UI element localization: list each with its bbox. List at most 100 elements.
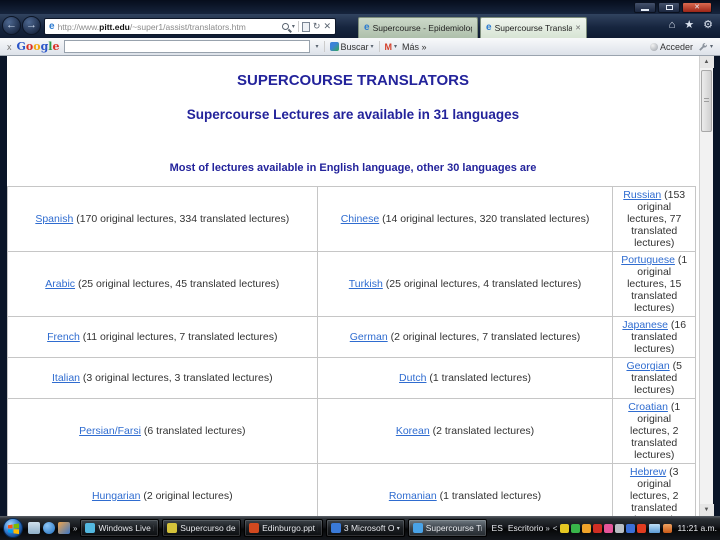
- language-cell: Dutch (1 translated lectures): [317, 358, 613, 399]
- quick-launch-media-icon[interactable]: [58, 522, 70, 534]
- tab-label: Supercourse Translators: [495, 23, 573, 33]
- home-icon[interactable]: ⌂: [669, 20, 676, 31]
- taskbar-button-label: 3 Microsoft Offi...: [344, 523, 394, 533]
- quick-launch-mail-icon[interactable]: [28, 522, 40, 534]
- restore-button[interactable]: [658, 2, 680, 13]
- taskbar-button[interactable]: Edinburgo.ppt [...: [244, 519, 323, 537]
- language-link[interactable]: Croatian: [628, 401, 668, 413]
- toolbar-search-input[interactable]: [64, 40, 310, 53]
- tray-icon-7[interactable]: [626, 524, 635, 533]
- windows-flag-icon: [8, 523, 19, 534]
- tray-icon-5[interactable]: [604, 524, 613, 533]
- google-logo-letter: e: [52, 40, 59, 53]
- language-link[interactable]: German: [350, 331, 388, 343]
- taskbar-clock[interactable]: 11:21 a.m.: [677, 523, 717, 533]
- language-link[interactable]: Japanese: [622, 319, 668, 331]
- minimize-icon: [641, 9, 649, 11]
- tab-favicon-icon: e: [486, 23, 492, 33]
- desktop-toolbar[interactable]: Escritorio »: [508, 523, 550, 533]
- language-link[interactable]: Portuguese: [621, 254, 675, 266]
- vertical-scrollbar[interactable]: ▲ ▼: [699, 56, 713, 516]
- mas-link[interactable]: Más »: [402, 42, 427, 52]
- taskbar-button[interactable]: Supercourse Tran...: [408, 519, 487, 537]
- network-icon[interactable]: [649, 524, 660, 533]
- minimize-button[interactable]: [634, 2, 656, 13]
- volume-icon[interactable]: [663, 524, 672, 533]
- table-row: Italian (3 original lectures, 3 translat…: [8, 358, 696, 399]
- tab-close-icon[interactable]: ✕: [575, 24, 581, 32]
- browser-viewport: SUPERCOURSE TRANSLATORS Supercourse Lect…: [0, 56, 720, 516]
- tray-icon-1[interactable]: [560, 524, 569, 533]
- taskbar-button-icon: [331, 523, 341, 533]
- language-link[interactable]: Romanian: [389, 490, 437, 502]
- window-titlebar: ✕: [0, 0, 720, 14]
- table-row: French (11 original lectures, 7 translat…: [8, 317, 696, 358]
- tray-icon-4[interactable]: [593, 524, 602, 533]
- language-link[interactable]: Georgian: [626, 360, 669, 372]
- stop-icon[interactable]: ✕: [323, 22, 331, 31]
- taskbar-button-icon: [249, 523, 259, 533]
- toolbar-close-icon[interactable]: x: [7, 42, 12, 52]
- divider: [324, 41, 325, 52]
- search-history-caret-icon[interactable]: ▾: [315, 43, 318, 50]
- buscar-icon: [330, 42, 339, 51]
- language-link[interactable]: Hungarian: [92, 490, 140, 502]
- page-subtitle: Supercourse Lectures are available in 31…: [7, 107, 699, 122]
- tray-icon-8[interactable]: [637, 524, 646, 533]
- scroll-up-icon[interactable]: ▲: [700, 56, 714, 68]
- divider: [379, 41, 380, 52]
- window-controls: ✕: [634, 2, 712, 13]
- language-link[interactable]: Dutch: [399, 372, 426, 384]
- forward-button[interactable]: →: [22, 16, 41, 35]
- divider: [298, 21, 299, 32]
- google-logo-letter: o: [33, 40, 40, 53]
- language-link[interactable]: Arabic: [45, 278, 75, 290]
- tray-icon-6[interactable]: [615, 524, 624, 533]
- close-button[interactable]: ✕: [682, 2, 712, 13]
- search-icon[interactable]: [282, 23, 289, 30]
- tray-expand-icon[interactable]: <: [553, 524, 558, 533]
- compatibility-view-icon[interactable]: [302, 22, 310, 32]
- taskbar-button[interactable]: 3 Microsoft Offi...▾: [326, 519, 405, 537]
- favorites-star-icon[interactable]: ★: [684, 20, 694, 31]
- taskbar-button[interactable]: Windows Live M...: [80, 519, 159, 537]
- taskbar-button[interactable]: Supercurso de Pit...: [162, 519, 241, 537]
- language-link[interactable]: Turkish: [349, 278, 383, 290]
- language-cell: Turkish (25 original lectures, 4 transla…: [317, 252, 613, 317]
- taskbar-buttons: Windows Live M... Supercurso de Pit...Edi…: [80, 519, 486, 537]
- search-caret-icon[interactable]: ▾: [292, 23, 295, 30]
- page-content: SUPERCOURSE TRANSLATORS Supercourse Lect…: [7, 56, 699, 516]
- refresh-icon[interactable]: ↻: [313, 22, 321, 31]
- language-link[interactable]: Chinese: [341, 213, 380, 225]
- quick-launch-ie-icon[interactable]: [43, 522, 55, 534]
- language-link[interactable]: French: [47, 331, 80, 343]
- acceder-button[interactable]: Acceder: [650, 42, 693, 52]
- back-button[interactable]: ←: [2, 16, 21, 35]
- quick-launch-overflow-icon[interactable]: »: [73, 524, 77, 533]
- toolbar-settings-button[interactable]: ▾: [698, 42, 713, 52]
- scrollbar-thumb[interactable]: [701, 70, 712, 132]
- tab-supercourse-epidemiology[interactable]: e Supercourse - Epidemiology, t...: [358, 17, 478, 38]
- language-link[interactable]: Spanish: [35, 213, 73, 225]
- address-bar[interactable]: e http://www.pitt.edu/~super1/assist/tra…: [44, 18, 336, 35]
- language-link[interactable]: Persian/Farsi: [79, 425, 141, 437]
- language-cell: Korean (2 translated lectures): [317, 399, 613, 464]
- language-indicator[interactable]: ES: [490, 523, 505, 533]
- tab-supercourse-translators[interactable]: e Supercourse Translators ✕: [480, 17, 587, 38]
- language-link[interactable]: Russian: [623, 189, 661, 201]
- language-link[interactable]: Hebrew: [630, 466, 666, 478]
- buscar-button[interactable]: Buscar ▾: [330, 42, 374, 52]
- tab-label: Supercourse - Epidemiology, t...: [373, 23, 472, 33]
- scroll-down-icon[interactable]: ▼: [700, 504, 714, 516]
- language-cell: Croatian (1 original lectures, 2 transla…: [613, 399, 696, 464]
- language-link[interactable]: Korean: [396, 425, 430, 437]
- gmail-button[interactable]: M ▾: [385, 42, 398, 52]
- taskbar-button-label: Windows Live M...: [98, 523, 154, 533]
- tray-icon-3[interactable]: [582, 524, 591, 533]
- language-link[interactable]: Italian: [52, 372, 80, 384]
- address-bar-icons: ▾ ↻ ✕: [282, 21, 331, 32]
- tools-gear-icon[interactable]: ⚙: [703, 20, 713, 31]
- tray-icon-2[interactable]: [571, 524, 580, 533]
- start-button[interactable]: [3, 518, 23, 538]
- wrench-icon: [698, 42, 708, 52]
